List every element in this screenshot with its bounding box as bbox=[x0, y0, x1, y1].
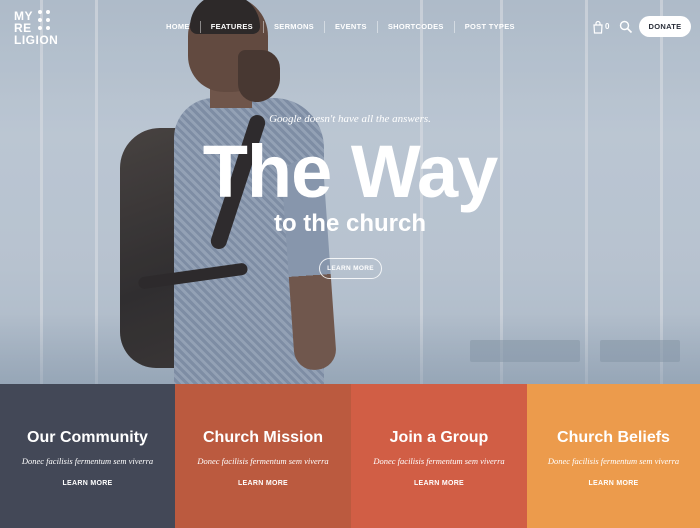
nav-item-sermons[interactable]: SERMONS bbox=[264, 21, 324, 33]
tile-church-mission: Church Mission Donec facilisis fermentum… bbox=[175, 384, 351, 528]
shopping-bag-icon[interactable] bbox=[592, 20, 604, 34]
tile-title: Our Community bbox=[27, 429, 148, 446]
top-navigation: MY RE LIGION HOME FEATURES SERMONS EVENT… bbox=[0, 0, 700, 56]
tile-subtitle: Donec facilisis fermentum sem viverra bbox=[197, 456, 329, 466]
search-icon[interactable] bbox=[619, 20, 633, 34]
tile-title: Church Mission bbox=[202, 429, 323, 446]
logo-line: LIGION bbox=[14, 33, 59, 47]
logo-dots-icon bbox=[38, 10, 62, 34]
tile-subtitle: Donec facilisis fermentum sem viverra bbox=[547, 456, 680, 466]
tile-subtitle: Donec facilisis fermentum sem viverra bbox=[21, 456, 154, 466]
hero-title: The Way bbox=[202, 130, 499, 213]
tile-title: Join a Group bbox=[389, 429, 489, 446]
nav-item-shortcodes[interactable]: SHORTCODES bbox=[378, 21, 454, 33]
cart-count: 0 bbox=[605, 22, 610, 31]
tile-join-a-group: Join a Group Donec facilisis fermentum s… bbox=[351, 384, 527, 528]
tile-our-community: Our Community Donec facilisis fermentum … bbox=[0, 384, 175, 528]
nav-item-features[interactable]: FEATURES bbox=[201, 21, 263, 33]
hero-tagline: Google doesn't have all the answers. bbox=[269, 113, 431, 125]
feature-tiles: Our Community Donec facilisis fermentum … bbox=[0, 384, 700, 528]
nav-item-post-types[interactable]: POST TYPES bbox=[455, 21, 525, 33]
tile-learn-more-link[interactable]: LEARN MORE bbox=[351, 479, 527, 489]
nav-item-events[interactable]: EVENTS bbox=[325, 21, 377, 33]
nav-item-home[interactable]: HOME bbox=[156, 21, 200, 33]
hero-learn-more-button[interactable]: LEARN MORE bbox=[319, 258, 382, 279]
tile-church-beliefs: Church Beliefs Donec facilisis fermentum… bbox=[527, 384, 700, 528]
tile-learn-more-link[interactable]: LEARN MORE bbox=[527, 479, 700, 489]
tile-subtitle: Donec facilisis fermentum sem viverra bbox=[373, 456, 505, 466]
main-menu: HOME FEATURES SERMONS EVENTS SHORTCODES … bbox=[156, 21, 525, 33]
donate-button[interactable]: DONATE bbox=[639, 16, 691, 37]
hero-subtitle: to the church bbox=[273, 210, 426, 237]
tile-title: Church Beliefs bbox=[557, 429, 670, 446]
tile-learn-more-link[interactable]: LEARN MORE bbox=[175, 479, 351, 489]
tile-learn-more-link[interactable]: LEARN MORE bbox=[0, 479, 175, 489]
